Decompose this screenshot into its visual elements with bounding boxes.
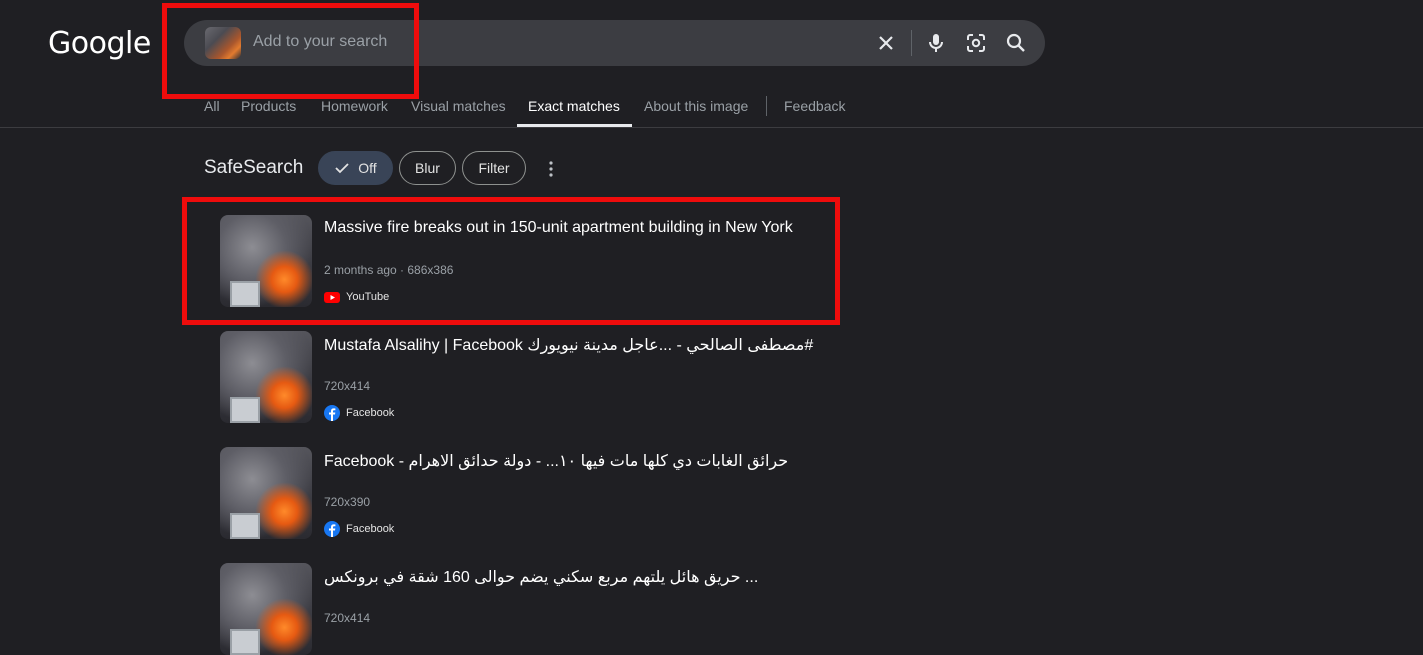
highlight-box-search <box>162 3 419 99</box>
safesearch-blur-label: Blur <box>415 160 440 176</box>
safesearch-off-label: Off <box>358 160 377 176</box>
result-meta: 720x414 <box>324 379 371 393</box>
safesearch-off-chip[interactable]: Off <box>318 151 393 185</box>
result-source[interactable]: Facebook <box>324 405 394 421</box>
safesearch-blur-chip[interactable]: Blur <box>399 151 456 185</box>
header-divider <box>0 127 1423 128</box>
result-meta: 720x414 <box>324 611 371 625</box>
result-title[interactable]: Facebook - حرائق الغابات دي كلها مات فيه… <box>324 451 788 471</box>
tab-homework[interactable]: Homework <box>321 98 388 114</box>
safesearch-filter-label: Filter <box>478 160 510 176</box>
search-icon[interactable] <box>1004 31 1028 55</box>
facebook-icon <box>324 405 340 421</box>
result-item[interactable]: حريق هائل يلتهم مربع سكني يضم حوالى 160 … <box>220 563 840 655</box>
result-thumbnail[interactable] <box>220 563 312 655</box>
facebook-icon <box>324 521 340 537</box>
highlight-box-result <box>182 197 840 325</box>
mic-icon[interactable] <box>924 31 948 55</box>
tab-separator <box>766 96 767 116</box>
result-thumbnail[interactable] <box>220 331 312 423</box>
google-logo[interactable]: Google <box>48 26 151 61</box>
result-title[interactable]: Mustafa Alsalihy | Facebook مصطفى الصالح… <box>324 335 813 355</box>
result-source-label: Facebook <box>346 407 395 419</box>
lens-icon[interactable] <box>964 31 988 55</box>
tab-feedback[interactable]: Feedback <box>784 98 845 114</box>
result-item[interactable]: Facebook - حرائق الغابات دي كلها مات فيه… <box>220 447 840 539</box>
check-icon <box>335 163 349 174</box>
result-thumbnail[interactable] <box>220 447 312 539</box>
safesearch-filter-chip[interactable]: Filter <box>462 151 526 185</box>
result-title[interactable]: حريق هائل يلتهم مربع سكني يضم حوالى 160 … <box>324 567 758 587</box>
safesearch-label: SafeSearch <box>204 157 304 178</box>
search-divider <box>911 30 912 56</box>
tab-exact-matches[interactable]: Exact matches <box>528 98 620 114</box>
close-icon[interactable] <box>874 31 898 55</box>
more-options-icon[interactable] <box>542 159 560 179</box>
tab-products[interactable]: Products <box>241 98 296 114</box>
result-source-label: Facebook <box>346 523 395 535</box>
result-source[interactable]: Facebook <box>324 521 394 537</box>
tab-visual-matches[interactable]: Visual matches <box>411 98 506 114</box>
tab-all[interactable]: All <box>204 98 220 114</box>
result-meta: 720x390 <box>324 495 371 509</box>
result-item[interactable]: Mustafa Alsalihy | Facebook مصطفى الصالح… <box>220 331 840 423</box>
tab-about-this-image[interactable]: About this image <box>644 98 748 114</box>
